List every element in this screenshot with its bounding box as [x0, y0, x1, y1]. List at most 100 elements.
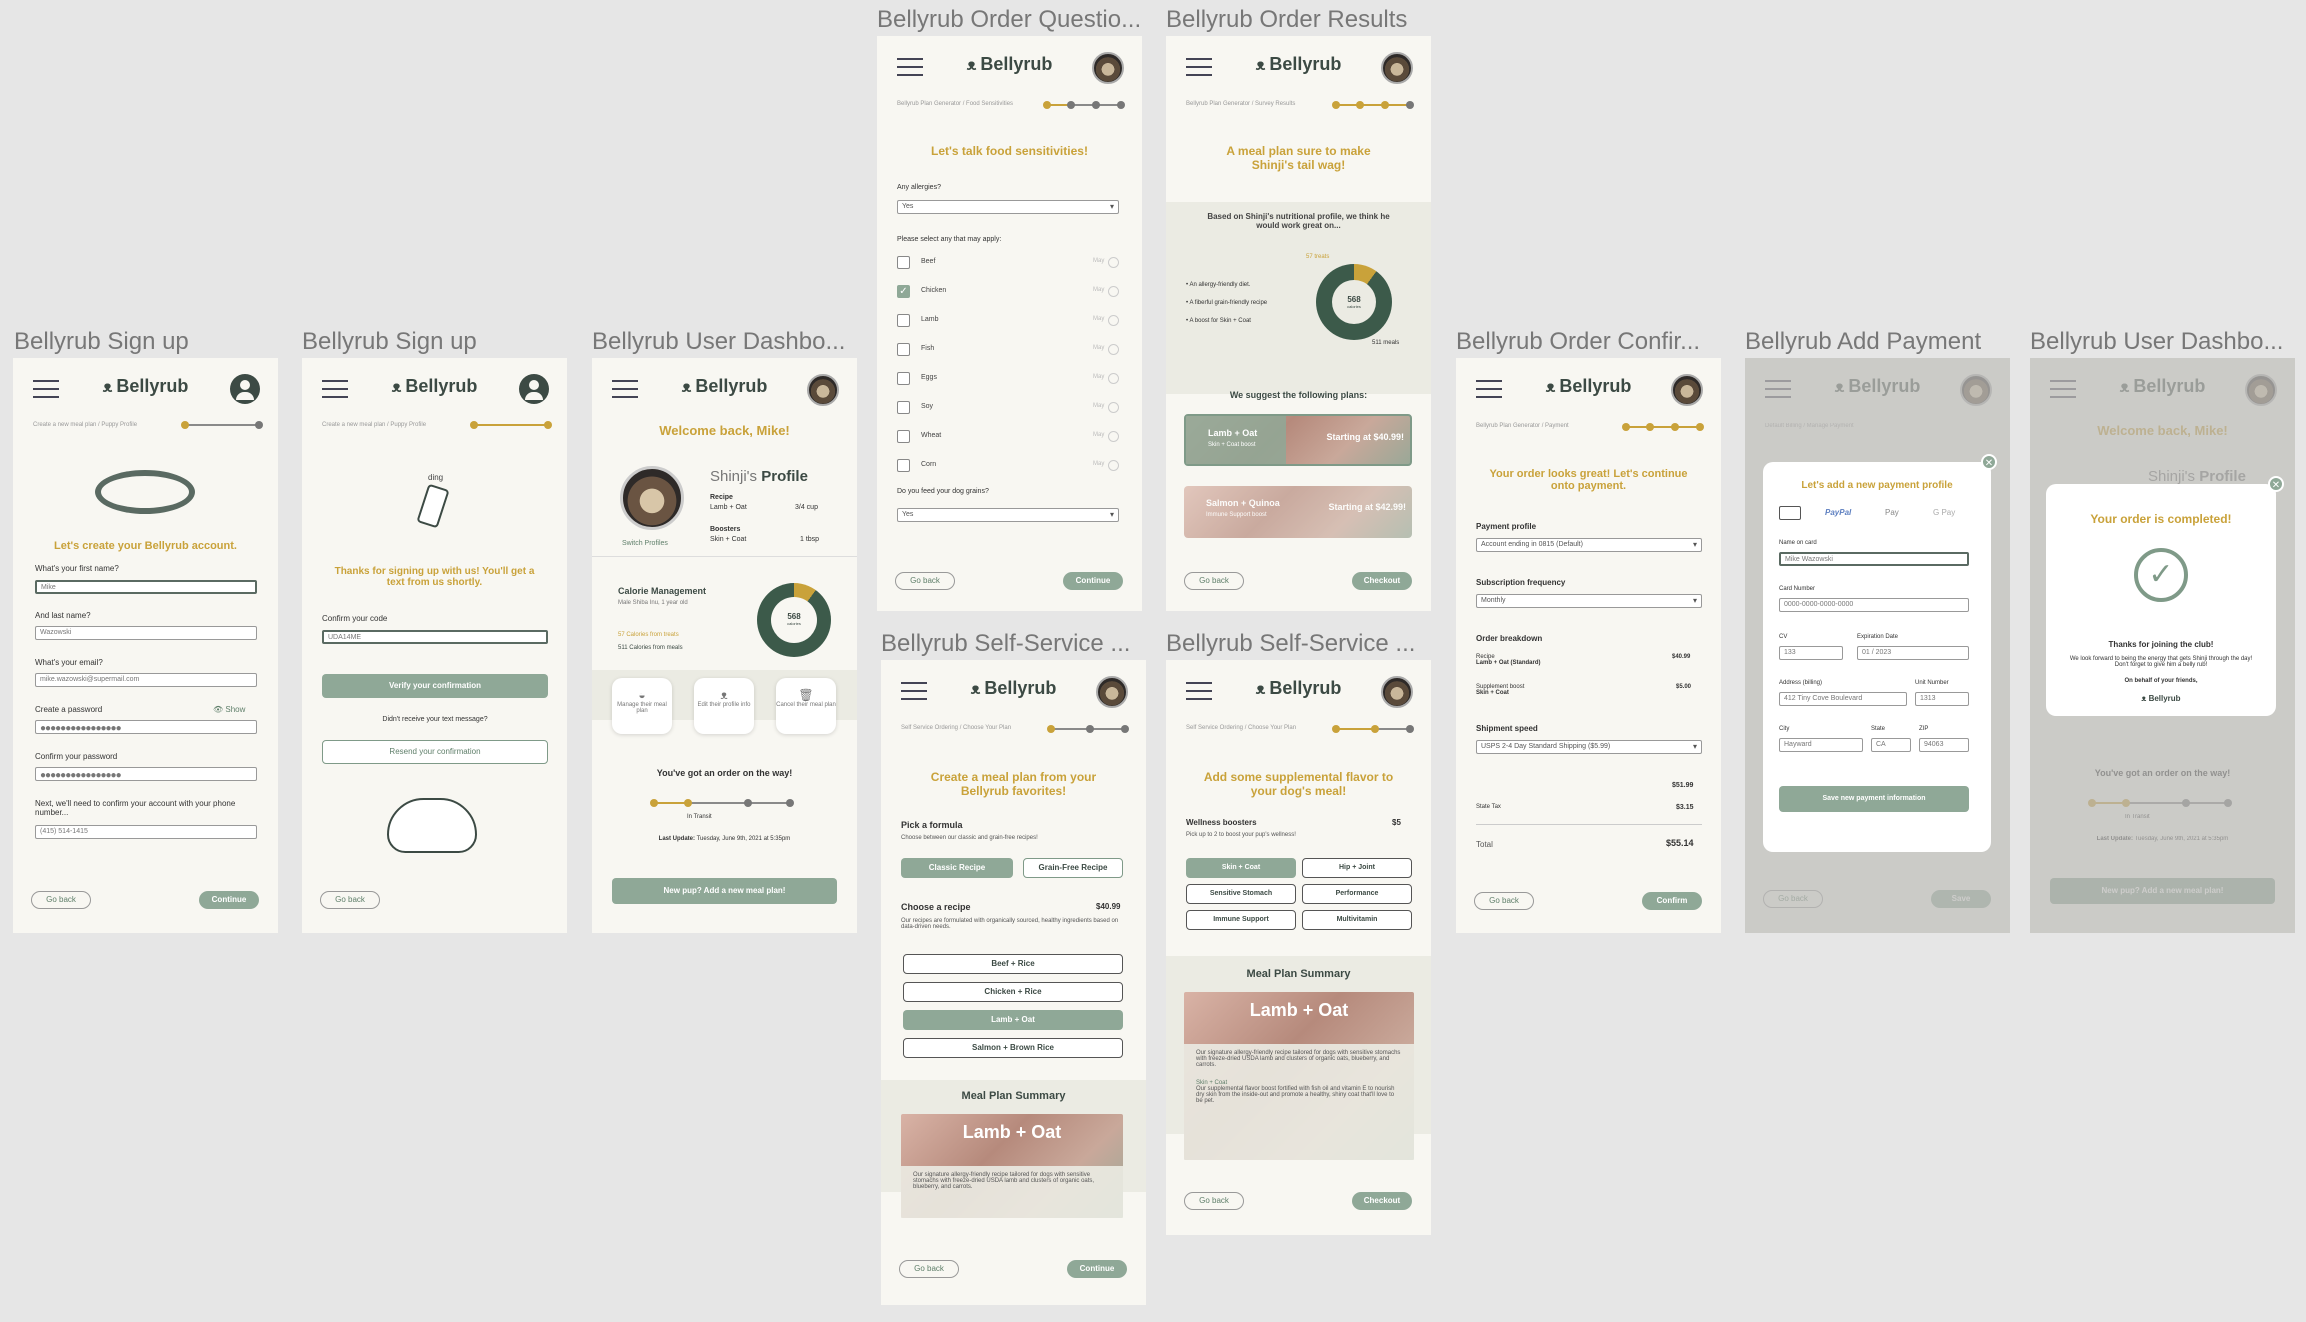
allergies-select[interactable]: Yes [897, 200, 1119, 214]
classic-recipe-button[interactable]: Classic Recipe [901, 858, 1013, 878]
select-any-label: Please select any that may apply: [897, 236, 1002, 243]
recipe-option[interactable]: Salmon + Brown Rice [903, 1038, 1123, 1058]
go-back-button[interactable]: Go back [320, 891, 380, 909]
confirm-button[interactable]: Confirm [1642, 892, 1702, 910]
info-icon[interactable] [1108, 286, 1119, 297]
checkbox[interactable] [897, 401, 910, 414]
checkbox[interactable] [897, 430, 910, 443]
info-icon[interactable] [1108, 431, 1119, 442]
paypal-option[interactable]: PayPal [1825, 508, 1851, 517]
payment-profile-select[interactable]: Account ending in 0815 (Default) [1476, 538, 1702, 552]
recipe-option[interactable]: Lamb + Oat [903, 1010, 1123, 1030]
go-back-button[interactable]: Go back [31, 891, 91, 909]
checkbox[interactable] [897, 372, 910, 385]
dog-avatar[interactable] [1096, 676, 1128, 708]
go-back-button[interactable]: Go back [899, 1260, 959, 1278]
unit-input[interactable]: 1313 [1915, 692, 1969, 706]
grain-free-button[interactable]: Grain-Free Recipe [1023, 858, 1123, 878]
first-name-input[interactable]: Mike [35, 580, 257, 594]
new-meal-plan-button[interactable]: New pup? Add a new meal plan! [612, 878, 837, 904]
cv-input[interactable]: 133 [1779, 646, 1843, 660]
dog-avatar[interactable] [1092, 52, 1124, 84]
dog-avatar[interactable] [1381, 52, 1413, 84]
frame-title: Bellyrub User Dashbo... [592, 328, 846, 355]
state-input[interactable]: CA [1871, 738, 1911, 752]
dog-avatar[interactable] [1381, 676, 1413, 708]
plan-card-lamb-oat[interactable]: Lamb + Oat Skin + Coat boost Starting at… [1184, 414, 1412, 466]
self-service-boosters-frame: ᴥ Bellyrub Self Service Ordering / Choose… [1166, 660, 1431, 1235]
option-label: Corn [921, 461, 937, 468]
resend-button[interactable]: Resend your confirmation [322, 740, 548, 764]
city-input[interactable]: Hayward [1779, 738, 1863, 752]
google-pay-option[interactable]: G Pay [1933, 508, 1955, 517]
go-back-button[interactable]: Go back [1474, 892, 1534, 910]
checkbox[interactable] [897, 314, 910, 327]
go-back-button[interactable]: Go back [1184, 572, 1244, 590]
calorie-donut: 568 calories [757, 583, 831, 657]
name-input[interactable]: Mike Wazowski [1779, 552, 1969, 566]
subscription-label: Subscription frequency [1476, 578, 1566, 587]
dog-avatar[interactable] [807, 374, 839, 406]
checkbox[interactable] [897, 343, 910, 356]
info-icon[interactable] [1108, 257, 1119, 268]
expiration-input[interactable]: 01 / 2023 [1857, 646, 1969, 660]
phone-input[interactable]: (415) 514-1415 [35, 825, 257, 839]
show-password-toggle[interactable]: 👁 Show [213, 705, 245, 714]
continue-button[interactable]: Continue [199, 891, 259, 909]
close-icon[interactable]: ✕ [1981, 454, 1997, 470]
code-input[interactable]: UDA14ME [322, 630, 548, 644]
cancel-plan-button[interactable]: 🗑 Cancel their meal plan [776, 678, 836, 734]
verify-button[interactable]: Verify your confirmation [322, 674, 548, 698]
continue-button[interactable]: Continue [1067, 1260, 1127, 1278]
zip-input[interactable]: 94063 [1919, 738, 1969, 752]
checkout-button[interactable]: Checkout [1352, 572, 1412, 590]
checkout-button[interactable]: Checkout [1352, 1192, 1412, 1210]
plan-card-salmon-quinoa[interactable]: Salmon + Quinoa Immune Support boost Sta… [1184, 486, 1412, 538]
info-icon[interactable] [1108, 344, 1119, 355]
recipe-option[interactable]: Beef + Rice [903, 954, 1123, 974]
frame-title: Bellyrub Sign up [302, 328, 477, 355]
booster-option[interactable]: Performance [1302, 884, 1412, 904]
credit-card-icon[interactable] [1779, 506, 1801, 520]
booster-option[interactable]: Immune Support [1186, 910, 1296, 930]
card-input[interactable]: 0000-0000-0000-0000 [1779, 598, 1969, 612]
checkbox[interactable]: ✓ [897, 285, 910, 298]
address-input[interactable]: 412 Tiny Cove Boulevard [1779, 692, 1907, 706]
info-icon[interactable] [1108, 373, 1119, 384]
booster-option[interactable]: Skin + Coat [1186, 858, 1296, 878]
manage-plan-button[interactable]: ◒ Manage their meal plan [612, 678, 672, 734]
checkbox[interactable] [897, 256, 910, 269]
grains-label: Do you feed your dog grains? [897, 488, 989, 495]
booster-option[interactable]: Hip + Joint [1302, 858, 1412, 878]
checkbox[interactable] [897, 459, 910, 472]
shipment-select[interactable]: USPS 2-4 Day Standard Shipping ($5.99) [1476, 740, 1702, 754]
dog-logo-icon: ᴥ [2141, 694, 2149, 703]
booster-option[interactable]: Sensitive Stomach [1186, 884, 1296, 904]
info-icon[interactable] [1108, 460, 1119, 471]
switch-profiles-link[interactable]: Switch Profiles [622, 540, 668, 547]
dog-avatar[interactable] [1671, 374, 1703, 406]
edit-profile-button[interactable]: ᴥ Edit their profile info [694, 678, 754, 734]
confirm-password-input[interactable]: ●●●●●●●●●●●●●●●● [35, 767, 257, 781]
go-back-button[interactable]: Go back [1184, 1192, 1244, 1210]
save-payment-button[interactable]: Save new payment information [1779, 786, 1969, 812]
info-icon[interactable] [1108, 402, 1119, 413]
info-icon[interactable] [1108, 315, 1119, 326]
close-icon[interactable]: ✕ [2268, 476, 2284, 492]
grains-select[interactable]: Yes [897, 508, 1119, 522]
booster-option[interactable]: Multivitamin [1302, 910, 1412, 930]
subscription-select[interactable]: Monthly [1476, 594, 1702, 608]
go-back-button[interactable]: Go back [895, 572, 955, 590]
continue-button[interactable]: Continue [1063, 572, 1123, 590]
user-icon[interactable] [230, 374, 260, 404]
user-icon[interactable] [519, 374, 549, 404]
last-name-input[interactable]: Wazowski [35, 626, 257, 640]
email-input[interactable]: mike.wazowski@supermail.com [35, 673, 257, 687]
password-input[interactable]: ●●●●●●●●●●●●●●●● [35, 720, 257, 734]
meals-calories: 511 Calories from meals [618, 645, 683, 651]
apple-pay-option[interactable]: Pay [1885, 508, 1899, 517]
dog-logo-icon: ᴥ [681, 379, 692, 396]
recipe-option[interactable]: Chicken + Rice [903, 982, 1123, 1002]
option-label: Wheat [921, 432, 942, 439]
welcome-heading: Welcome back, Mike! [659, 423, 790, 438]
